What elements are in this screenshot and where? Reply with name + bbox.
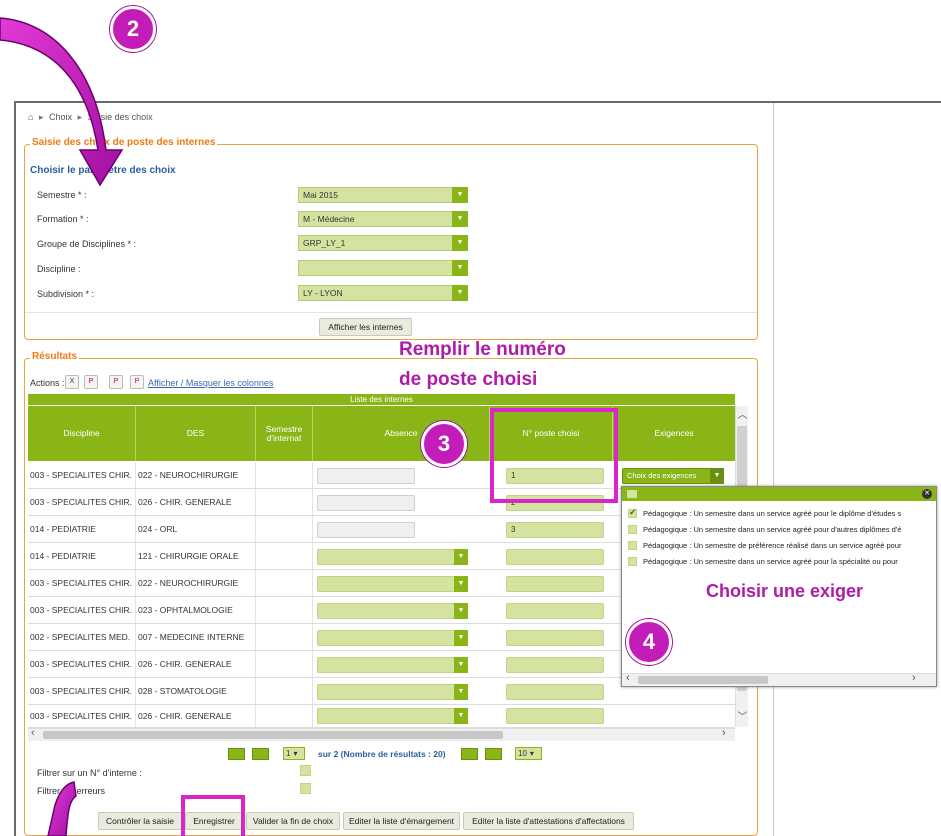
annotation-arrows — [0, 17, 124, 836]
highlight-poste-column — [490, 408, 618, 503]
annotation-choisir: Choisir une exiger — [706, 581, 864, 601]
arrow-step-bottom — [47, 781, 77, 836]
annotation-remplir-line2: de poste choisi — [399, 369, 538, 390]
annotation-remplir-line1: Remplir le numéro — [399, 339, 566, 360]
step-3-badge: 3 — [421, 421, 467, 467]
step-4-badge: 4 — [626, 619, 672, 665]
highlight-enregistrer-button — [181, 795, 245, 836]
arrow-step-2 — [0, 17, 124, 187]
step-2-badge: 2 — [110, 6, 156, 52]
